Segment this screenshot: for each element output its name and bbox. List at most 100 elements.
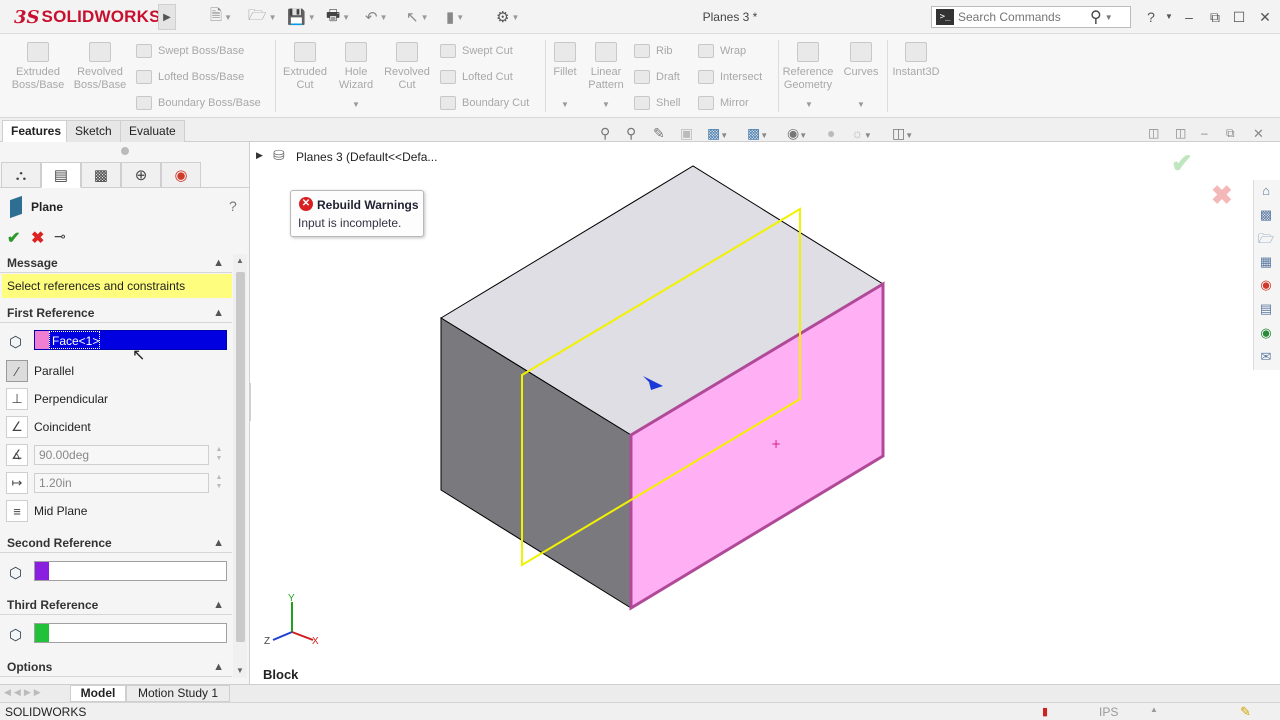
collapse-chevron-icon[interactable]: ▲ [213, 595, 224, 615]
search-dropdown-icon[interactable]: ▼ [1105, 13, 1113, 22]
zoom-to-area-icon[interactable]: ⚲ [626, 125, 636, 142]
hide-show-items-icon[interactable]: ◉▼ [787, 125, 807, 142]
maximize-button[interactable]: ☐ [1228, 8, 1250, 26]
section-view-icon[interactable]: ▣ [680, 125, 693, 142]
print-icon[interactable]: 🖶 ▼ [326, 7, 350, 27]
curves-dropdown-icon[interactable]: ▼ [857, 100, 865, 109]
extruded-boss-button[interactable]: Extruded Boss/Base [10, 42, 66, 92]
viewport-restore-right-icon[interactable]: ◫ [1175, 126, 1186, 140]
options-section-header[interactable]: Options ▲ [0, 657, 232, 677]
dimxpert-manager-tab-icon[interactable]: ⊕ [121, 162, 161, 188]
first-reference-field[interactable]: Face<1> [34, 330, 227, 350]
scroll-up-icon[interactable]: ▲ [236, 256, 244, 265]
message-section-header[interactable]: Message ▲ [0, 253, 232, 273]
angle-option[interactable]: ∡ [6, 443, 28, 467]
rebuild-icon[interactable]: ▮ ▼ [446, 7, 464, 27]
help-dropdown-icon[interactable]: ▼ [1158, 8, 1180, 26]
coincident-option[interactable]: ∠ Coincident [6, 415, 91, 439]
save-icon[interactable]: 💾 ▼ [287, 7, 316, 27]
view-settings-icon[interactable]: ◫▼ [892, 125, 913, 142]
confirm-corner-cancel-icon[interactable]: ✖ [1211, 180, 1233, 211]
display-style-icon[interactable]: ▩▼ [747, 125, 768, 142]
tab-motion-study[interactable]: Motion Study 1 [126, 685, 230, 702]
zoom-to-fit-icon[interactable]: ⚲ [600, 125, 610, 142]
solidworks-logo[interactable]: 3S SOLIDWORKS [14, 4, 161, 30]
perpendicular-option[interactable]: ⊥ Perpendicular [6, 387, 108, 411]
viewport-restore-left-icon[interactable]: ◫ [1148, 126, 1159, 140]
tab-evaluate[interactable]: Evaluate [120, 120, 185, 142]
confirm-corner-check-icon[interactable]: ✔ [1171, 148, 1193, 179]
feature-manager-tab-icon[interactable]: ⛬ [1, 162, 41, 188]
tile-windows-button[interactable]: ⧉ [1204, 8, 1226, 26]
display-manager-tab-icon[interactable]: ◉ [161, 162, 201, 188]
appearances-icon[interactable]: ◉ [1255, 275, 1277, 295]
pushpin-icon[interactable]: ⊸ [54, 228, 66, 245]
fillet-dropdown-icon[interactable]: ▼ [561, 100, 569, 109]
search-input[interactable] [958, 10, 1088, 24]
wrap-button[interactable]: Wrap [698, 42, 746, 60]
instant3d-button[interactable]: Instant3D [890, 42, 942, 79]
view-palette-icon[interactable]: ▦ [1255, 252, 1277, 272]
hole-wizard-dropdown-icon[interactable]: ▼ [352, 100, 360, 109]
offset-distance-option[interactable]: ↦ [6, 471, 28, 495]
boundary-boss-button[interactable]: Boundary Boss/Base [136, 94, 261, 112]
close-button[interactable]: ✕ [1254, 8, 1276, 26]
previous-view-icon[interactable]: ✎ [653, 125, 665, 142]
undo-icon[interactable]: ↶ ▼ [365, 7, 388, 27]
first-reference-header[interactable]: First Reference ▲ [0, 303, 232, 323]
home-icon[interactable]: ⌂ [1255, 181, 1277, 201]
new-document-icon[interactable]: 🗎 ▼ [210, 7, 232, 27]
shell-button[interactable]: Shell [634, 94, 680, 112]
file-explorer-icon[interactable]: 🗁 [1255, 229, 1277, 249]
rib-button[interactable]: Rib [634, 42, 673, 60]
open-folder-icon[interactable]: 🗁 ▼ [248, 7, 277, 27]
third-reference-field[interactable] [34, 623, 227, 643]
distance-field[interactable]: 1.20in [34, 473, 209, 493]
ok-check-icon[interactable]: ✔ [7, 228, 20, 248]
intersect-button[interactable]: Intersect [698, 68, 762, 86]
tab-features[interactable]: Features [2, 120, 71, 143]
scroll-down-icon[interactable]: ▼ [236, 666, 244, 675]
unit-system[interactable]: IPS [1099, 705, 1118, 719]
collapse-chevron-icon[interactable]: ▲ [213, 303, 224, 323]
linear-pattern-button[interactable]: Linear Pattern [584, 42, 628, 92]
revolved-boss-button[interactable]: Revolved Boss/Base [72, 42, 128, 92]
mirror-button[interactable]: Mirror [698, 94, 749, 112]
reference-geometry-button[interactable]: Reference Geometry [780, 42, 836, 92]
viewport-maximize-icon[interactable]: ⧉ [1226, 126, 1235, 141]
extruded-cut-button[interactable]: Extruded Cut [280, 42, 330, 92]
fillet-button[interactable]: Fillet [548, 42, 582, 79]
collapse-chevron-icon[interactable]: ▲ [213, 533, 224, 553]
tree-expand-icon[interactable]: ▶ [256, 150, 263, 161]
reference-geometry-dropdown-icon[interactable]: ▼ [805, 100, 813, 109]
select-pointer-icon[interactable]: ↖ ▼ [406, 7, 429, 27]
forum-icon[interactable]: ✉ [1255, 347, 1277, 367]
apply-scene-icon[interactable]: ☼▼ [851, 125, 872, 141]
angle-field[interactable]: 90.00deg [34, 445, 209, 465]
unit-dropdown-icon[interactable]: ▲ [1150, 705, 1158, 714]
configuration-manager-tab-icon[interactable]: ▩ [81, 162, 121, 188]
viewport-minimize-icon[interactable]: – [1201, 126, 1208, 140]
feature-tree-root[interactable]: Planes 3 (Default<<Defa... [296, 150, 437, 164]
swept-boss-button[interactable]: Swept Boss/Base [136, 42, 244, 60]
cancel-x-icon[interactable]: ✖ [31, 228, 44, 248]
design-library-icon[interactable]: ▩ [1255, 205, 1277, 225]
parallel-option[interactable]: ⁄ Parallel [6, 359, 74, 383]
menu-expand-button[interactable]: ▶ [158, 4, 176, 30]
second-reference-field[interactable] [34, 561, 227, 581]
tab-navigation-arrows-icon[interactable]: ◀◀▶▶ [4, 687, 44, 698]
panel-scrollbar[interactable]: ▲ ▼ [233, 254, 247, 678]
collapse-chevron-icon[interactable]: ▲ [213, 253, 224, 273]
revolved-cut-button[interactable]: Revolved Cut [382, 42, 432, 92]
minimize-button[interactable]: – [1178, 8, 1200, 26]
panel-splitter-handle[interactable] [121, 147, 129, 155]
draft-button[interactable]: Draft [634, 68, 680, 86]
tab-sketch[interactable]: Sketch [66, 120, 121, 142]
second-reference-header[interactable]: Second Reference ▲ [0, 533, 232, 553]
third-reference-header[interactable]: Third Reference ▲ [0, 595, 232, 615]
angle-spinner[interactable]: ▲ ▼ [212, 445, 226, 465]
help-icon[interactable]: ? [229, 198, 237, 214]
mid-plane-option[interactable]: ≡ Mid Plane [6, 499, 87, 523]
edit-appearance-icon[interactable]: ● [827, 125, 835, 141]
search-icon[interactable]: ⚲ [1090, 7, 1102, 27]
